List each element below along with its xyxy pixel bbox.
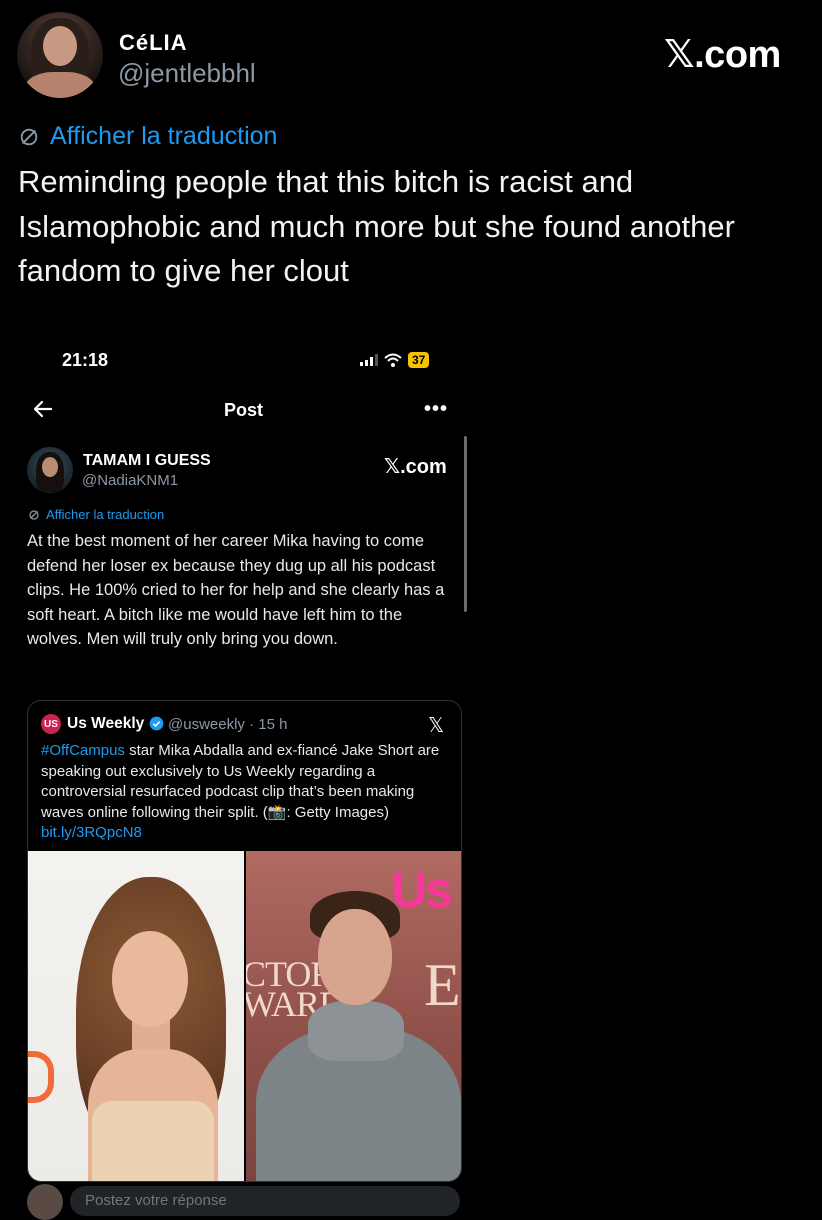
page-title: Post: [224, 400, 264, 420]
inner-tweet-text: At the best moment of her career Mika ha…: [27, 532, 445, 649]
x-logo-icon: 𝕏: [428, 713, 445, 737]
translate-label: Afficher la traduction: [50, 122, 278, 150]
article-link[interactable]: bit.ly/3RQpcN8: [41, 824, 142, 841]
more-options-icon[interactable]: •••: [424, 398, 448, 421]
status-bar-icons: 37: [360, 352, 430, 368]
user-handle[interactable]: @jentlebbhl: [118, 58, 256, 89]
photo-mika-abdalla[interactable]: [28, 851, 244, 1181]
inner-x-com-watermark: 𝕏.com: [384, 454, 447, 479]
backdrop-letter: E: [424, 952, 461, 1018]
display-name[interactable]: CéLIA: [119, 30, 188, 56]
x-logo-icon: 𝕏: [664, 32, 695, 76]
us-weekly-photo-logo: Us: [391, 862, 453, 918]
battery-indicator: 37: [408, 352, 430, 368]
translate-icon: [29, 509, 39, 520]
status-bar-time: 21:18: [62, 350, 109, 370]
photo-jake-short[interactable]: CTOR WARDS E Us: [246, 851, 461, 1181]
inner-user-handle[interactable]: @NadiaKNM1: [82, 472, 178, 489]
quoted-tweet-card[interactable]: US Us Weekly @usweekly · 15 h 𝕏 #OffCamp…: [27, 700, 462, 1182]
quote-display-name[interactable]: Us Weekly: [67, 715, 144, 733]
signal-icon: [360, 354, 378, 366]
watermark-text: .com: [400, 456, 447, 478]
show-translation-link[interactable]: Afficher la traduction: [18, 122, 277, 151]
scrollbar[interactable]: [464, 436, 467, 612]
translate-label: Afficher la traduction: [46, 507, 165, 522]
x-logo-icon: 𝕏: [384, 454, 401, 478]
inner-show-translation-link[interactable]: Afficher la traduction: [28, 507, 164, 522]
translate-icon: [20, 128, 38, 145]
quote-handle-time[interactable]: @usweekly · 15 h: [168, 716, 287, 733]
watermark-text: .com: [694, 34, 781, 76]
x-com-watermark: 𝕏.com: [664, 32, 781, 77]
back-arrow-icon[interactable]: [32, 398, 54, 420]
tweet-text: Reminding people that this bitch is raci…: [18, 164, 735, 288]
verified-badge-icon: [149, 716, 164, 731]
us-weekly-logo[interactable]: US: [41, 714, 61, 734]
reply-placeholder: Postez votre réponse: [85, 1192, 227, 1209]
reply-avatar: [27, 1184, 63, 1220]
user-avatar[interactable]: [17, 12, 103, 98]
inner-user-avatar[interactable]: [27, 447, 73, 493]
hashtag-link[interactable]: #OffCampus: [41, 742, 125, 759]
quote-text: #OffCampus star Mika Abdalla and ex-fian…: [41, 741, 453, 844]
inner-display-name[interactable]: TAMAM I GUESS: [83, 452, 211, 470]
wifi-icon: [384, 353, 402, 367]
